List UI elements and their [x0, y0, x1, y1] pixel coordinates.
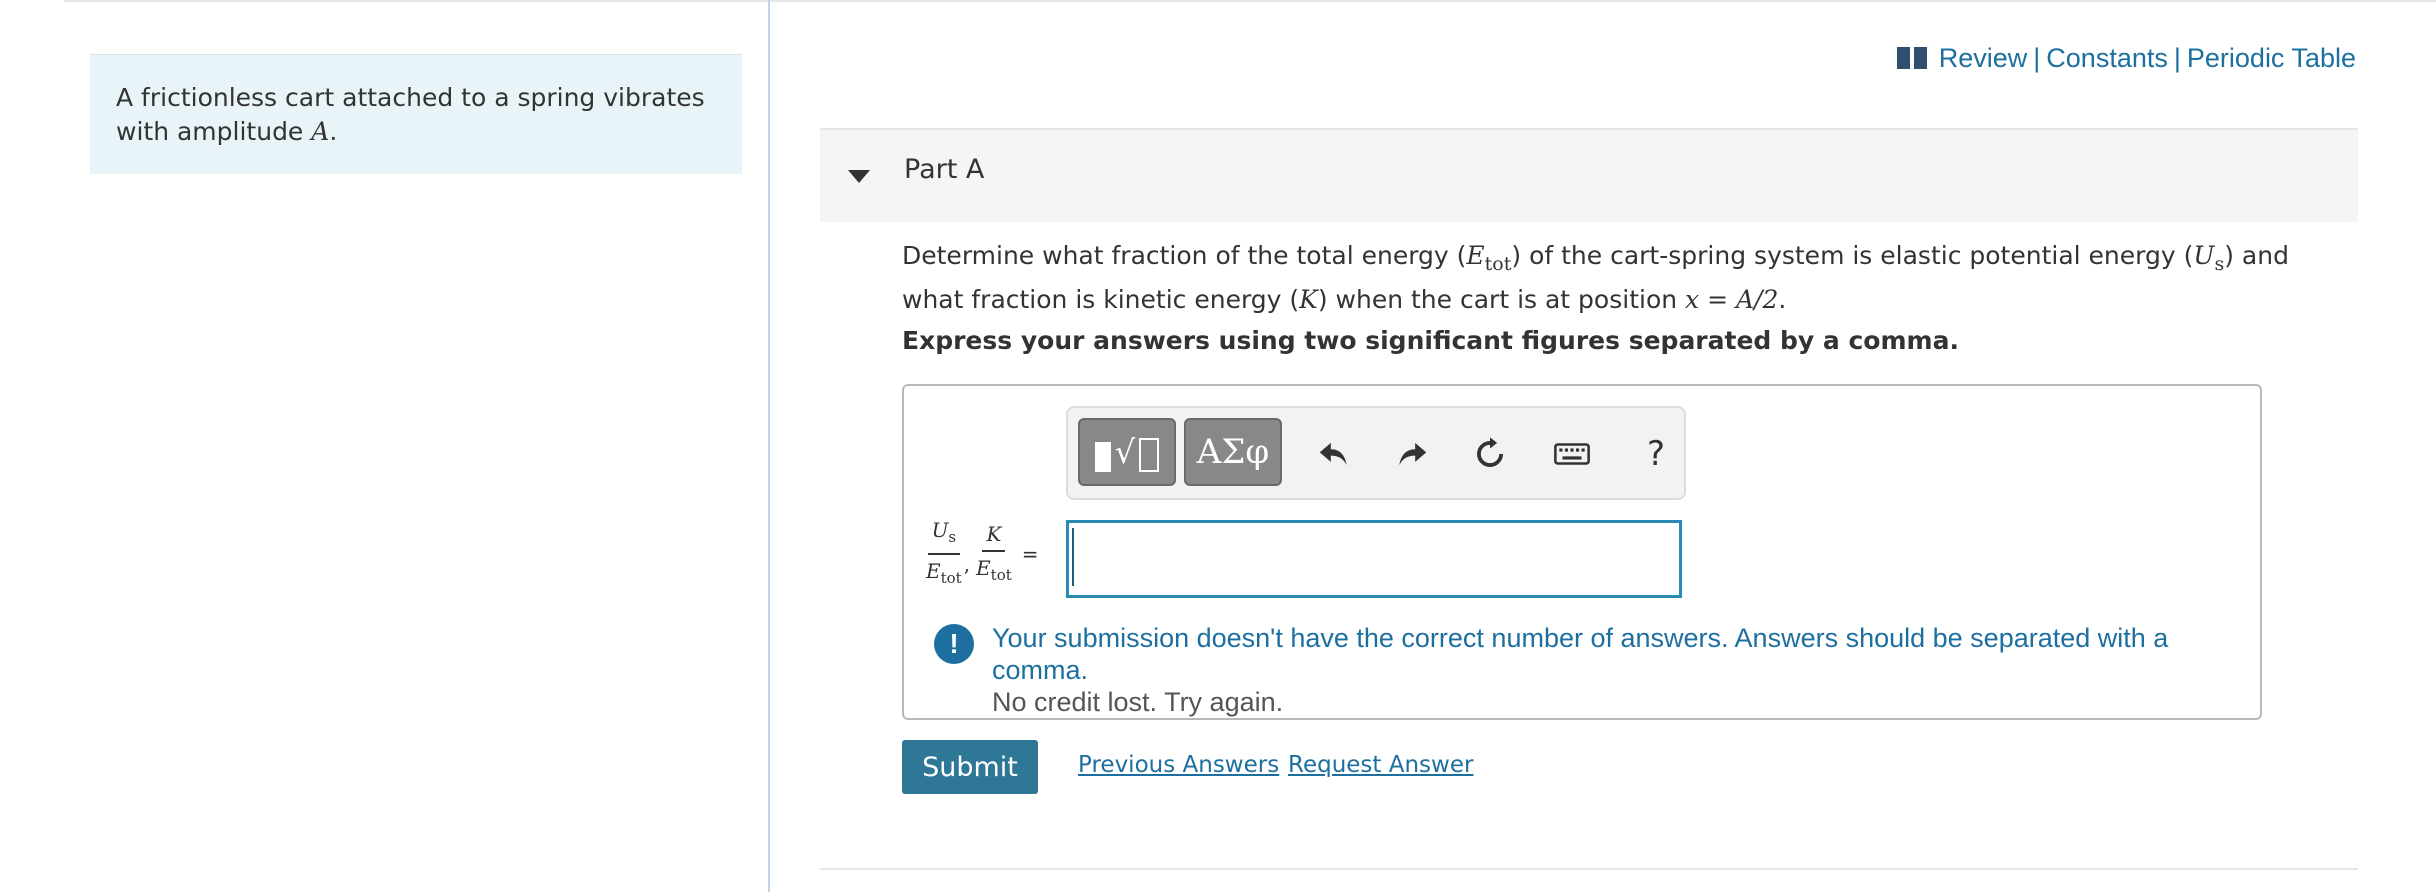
- answer-label: Us Etot , K Etot =: [926, 518, 1039, 590]
- answer-input[interactable]: [1066, 520, 1682, 598]
- resource-links: Review | Constants | Periodic Table: [1896, 40, 2356, 76]
- request-answer-link[interactable]: Request Answer: [1288, 752, 1473, 778]
- answer-instruction: Express your answers using two significa…: [902, 326, 1959, 355]
- question-fragment: Determine what fraction of the total ene…: [902, 241, 1467, 270]
- answer-box: √ ΑΣφ ? Us Etot , K Etot = ! Your submis…: [902, 384, 2262, 720]
- submit-button[interactable]: Submit: [902, 740, 1038, 794]
- part-title: Part A: [904, 154, 985, 185]
- redo-button[interactable]: [1384, 426, 1440, 482]
- keyboard-icon: [1554, 443, 1590, 465]
- greek-symbols-button[interactable]: ΑΣφ: [1184, 418, 1282, 486]
- keyboard-button[interactable]: [1544, 426, 1600, 482]
- intro-period: .: [329, 117, 338, 146]
- previous-answers-link[interactable]: Previous Answers: [1078, 752, 1279, 778]
- book-icon: [1896, 47, 1927, 69]
- top-rule: [64, 0, 2436, 2]
- position-expression: x = A/2: [1685, 285, 1779, 314]
- question-fragment: ) when the cart is at position: [1317, 285, 1686, 314]
- us-symbol: Us: [2193, 241, 2225, 275]
- problem-intro: A frictionless cart attached to a spring…: [90, 54, 742, 174]
- redo-icon: [1399, 442, 1427, 466]
- etot-symbol: Etot: [1466, 241, 1512, 275]
- constants-link[interactable]: Constants: [2046, 43, 2168, 74]
- undo-button[interactable]: [1306, 426, 1362, 482]
- label-comma: ,: [963, 552, 971, 576]
- equals-sign: =: [1021, 542, 1039, 566]
- intro-variable: A: [311, 117, 330, 146]
- question-text: Determine what fraction of the total ene…: [902, 238, 2342, 317]
- templates-icon: [1094, 442, 1111, 472]
- k-symbol: K: [1299, 285, 1318, 314]
- feedback-text: Your submission doesn't have the correct…: [992, 622, 2252, 718]
- link-separator: |: [2033, 42, 2041, 73]
- part-divider-bottom: [820, 868, 2358, 870]
- collapse-caret-icon[interactable]: [848, 170, 870, 183]
- us-over-etot-fraction: Us Etot: [926, 518, 962, 587]
- feedback-sub: No credit lost. Try again.: [992, 687, 1284, 717]
- column-divider: [768, 0, 770, 892]
- reset-icon: [1477, 437, 1503, 467]
- warning-icon: !: [934, 624, 974, 664]
- intro-text: A frictionless cart attached to a spring…: [116, 83, 705, 146]
- reset-button[interactable]: [1462, 426, 1518, 482]
- undo-icon: [1319, 442, 1347, 466]
- help-button[interactable]: ?: [1628, 426, 1684, 482]
- feedback-main: Your submission doesn't have the correct…: [992, 623, 2169, 685]
- math-toolbar: √ ΑΣφ ?: [1066, 406, 1686, 500]
- link-separator: |: [2173, 42, 2181, 73]
- part-header[interactable]: Part A: [820, 130, 2358, 222]
- k-over-etot-fraction: K Etot: [976, 521, 1012, 584]
- question-fragment: .: [1778, 285, 1787, 314]
- templates-button[interactable]: √: [1078, 418, 1176, 486]
- question-fragment: ) of the cart-spring system is elastic p…: [1511, 241, 2194, 270]
- review-link[interactable]: Review: [1939, 43, 2028, 74]
- periodic-table-link[interactable]: Periodic Table: [2187, 43, 2356, 74]
